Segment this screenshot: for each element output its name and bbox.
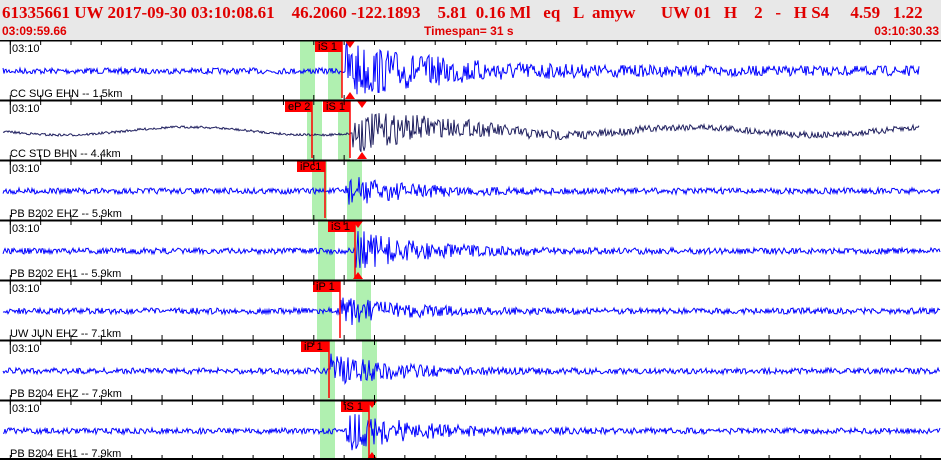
pick-label[interactable]: iS 1 bbox=[331, 221, 350, 233]
start-time: 03:09:59.66 bbox=[2, 24, 67, 38]
channel-label: UW JUN EHZ -- 7.1km bbox=[10, 328, 121, 340]
channel-label: CC SUG EHN -- 1.5km bbox=[10, 88, 122, 100]
panel-background bbox=[0, 400, 941, 460]
time-label: 03:10 bbox=[12, 283, 40, 295]
trace-panel[interactable]: iS 1 03:10 PB B202 EH1 -- 5.9km bbox=[0, 219, 941, 280]
channel-label: PB B202 EHZ -- 5.9km bbox=[10, 208, 122, 220]
pick-label[interactable]: eP 2 bbox=[288, 101, 310, 113]
time-label: 03:10 bbox=[12, 163, 40, 175]
time-label: 03:10 bbox=[12, 343, 40, 355]
time-label: 03:10 bbox=[12, 403, 40, 415]
event-summary: 61335661 UW 2017-09-30 03:10:08.61 46.20… bbox=[2, 3, 923, 22]
trace-panel[interactable]: iPc1 03:10 PB B202 EHZ -- 5.9km bbox=[0, 159, 941, 220]
time-label: 03:10 bbox=[12, 103, 40, 115]
channel-label: PB B202 EH1 -- 5.9km bbox=[10, 268, 121, 280]
end-time: 03:10:30.33 bbox=[874, 24, 939, 38]
time-label: 03:10 bbox=[12, 223, 40, 235]
trace-panel[interactable]: eP 2 iS 1 03:10 CC STD BHN -- 4.4km bbox=[0, 99, 941, 160]
panel-background bbox=[0, 100, 941, 160]
channel-label: CC STD BHN -- 4.4km bbox=[10, 148, 121, 160]
trace-panel[interactable]: iS 1 03:10 CC SUG EHN -- 1.5km bbox=[0, 40, 941, 100]
pick-label[interactable]: iS 1 bbox=[318, 41, 337, 53]
timespan: Timespan= 31 s bbox=[424, 24, 514, 38]
trace-panel[interactable]: iS 103:10PB B204 EH1 -- 7.9km bbox=[0, 399, 941, 460]
event-header: 61335661 UW 2017-09-30 03:10:08.61 46.20… bbox=[0, 0, 941, 40]
time-label: 03:10 bbox=[12, 43, 40, 55]
pick-label[interactable]: iS 1 bbox=[326, 101, 345, 113]
pick-label[interactable]: iPc1 bbox=[300, 161, 321, 173]
pick-label[interactable]: iS 1 bbox=[344, 401, 363, 413]
seismogram-panels[interactable]: iS 1 03:10 CC SUG EHN -- 1.5km eP 2 iS 1 03:1… bbox=[0, 40, 941, 460]
pick-label[interactable]: iP 1 bbox=[316, 281, 335, 293]
panel-background bbox=[0, 340, 941, 400]
channel-label: PB B204 EHZ -- 7.9km bbox=[10, 388, 122, 400]
trace-panel[interactable]: iP 103:10PB B204 EHZ -- 7.9km bbox=[0, 339, 941, 400]
trace-panel[interactable]: iP 1 03:10 UW JUN EHZ -- 7.1km bbox=[0, 279, 941, 340]
